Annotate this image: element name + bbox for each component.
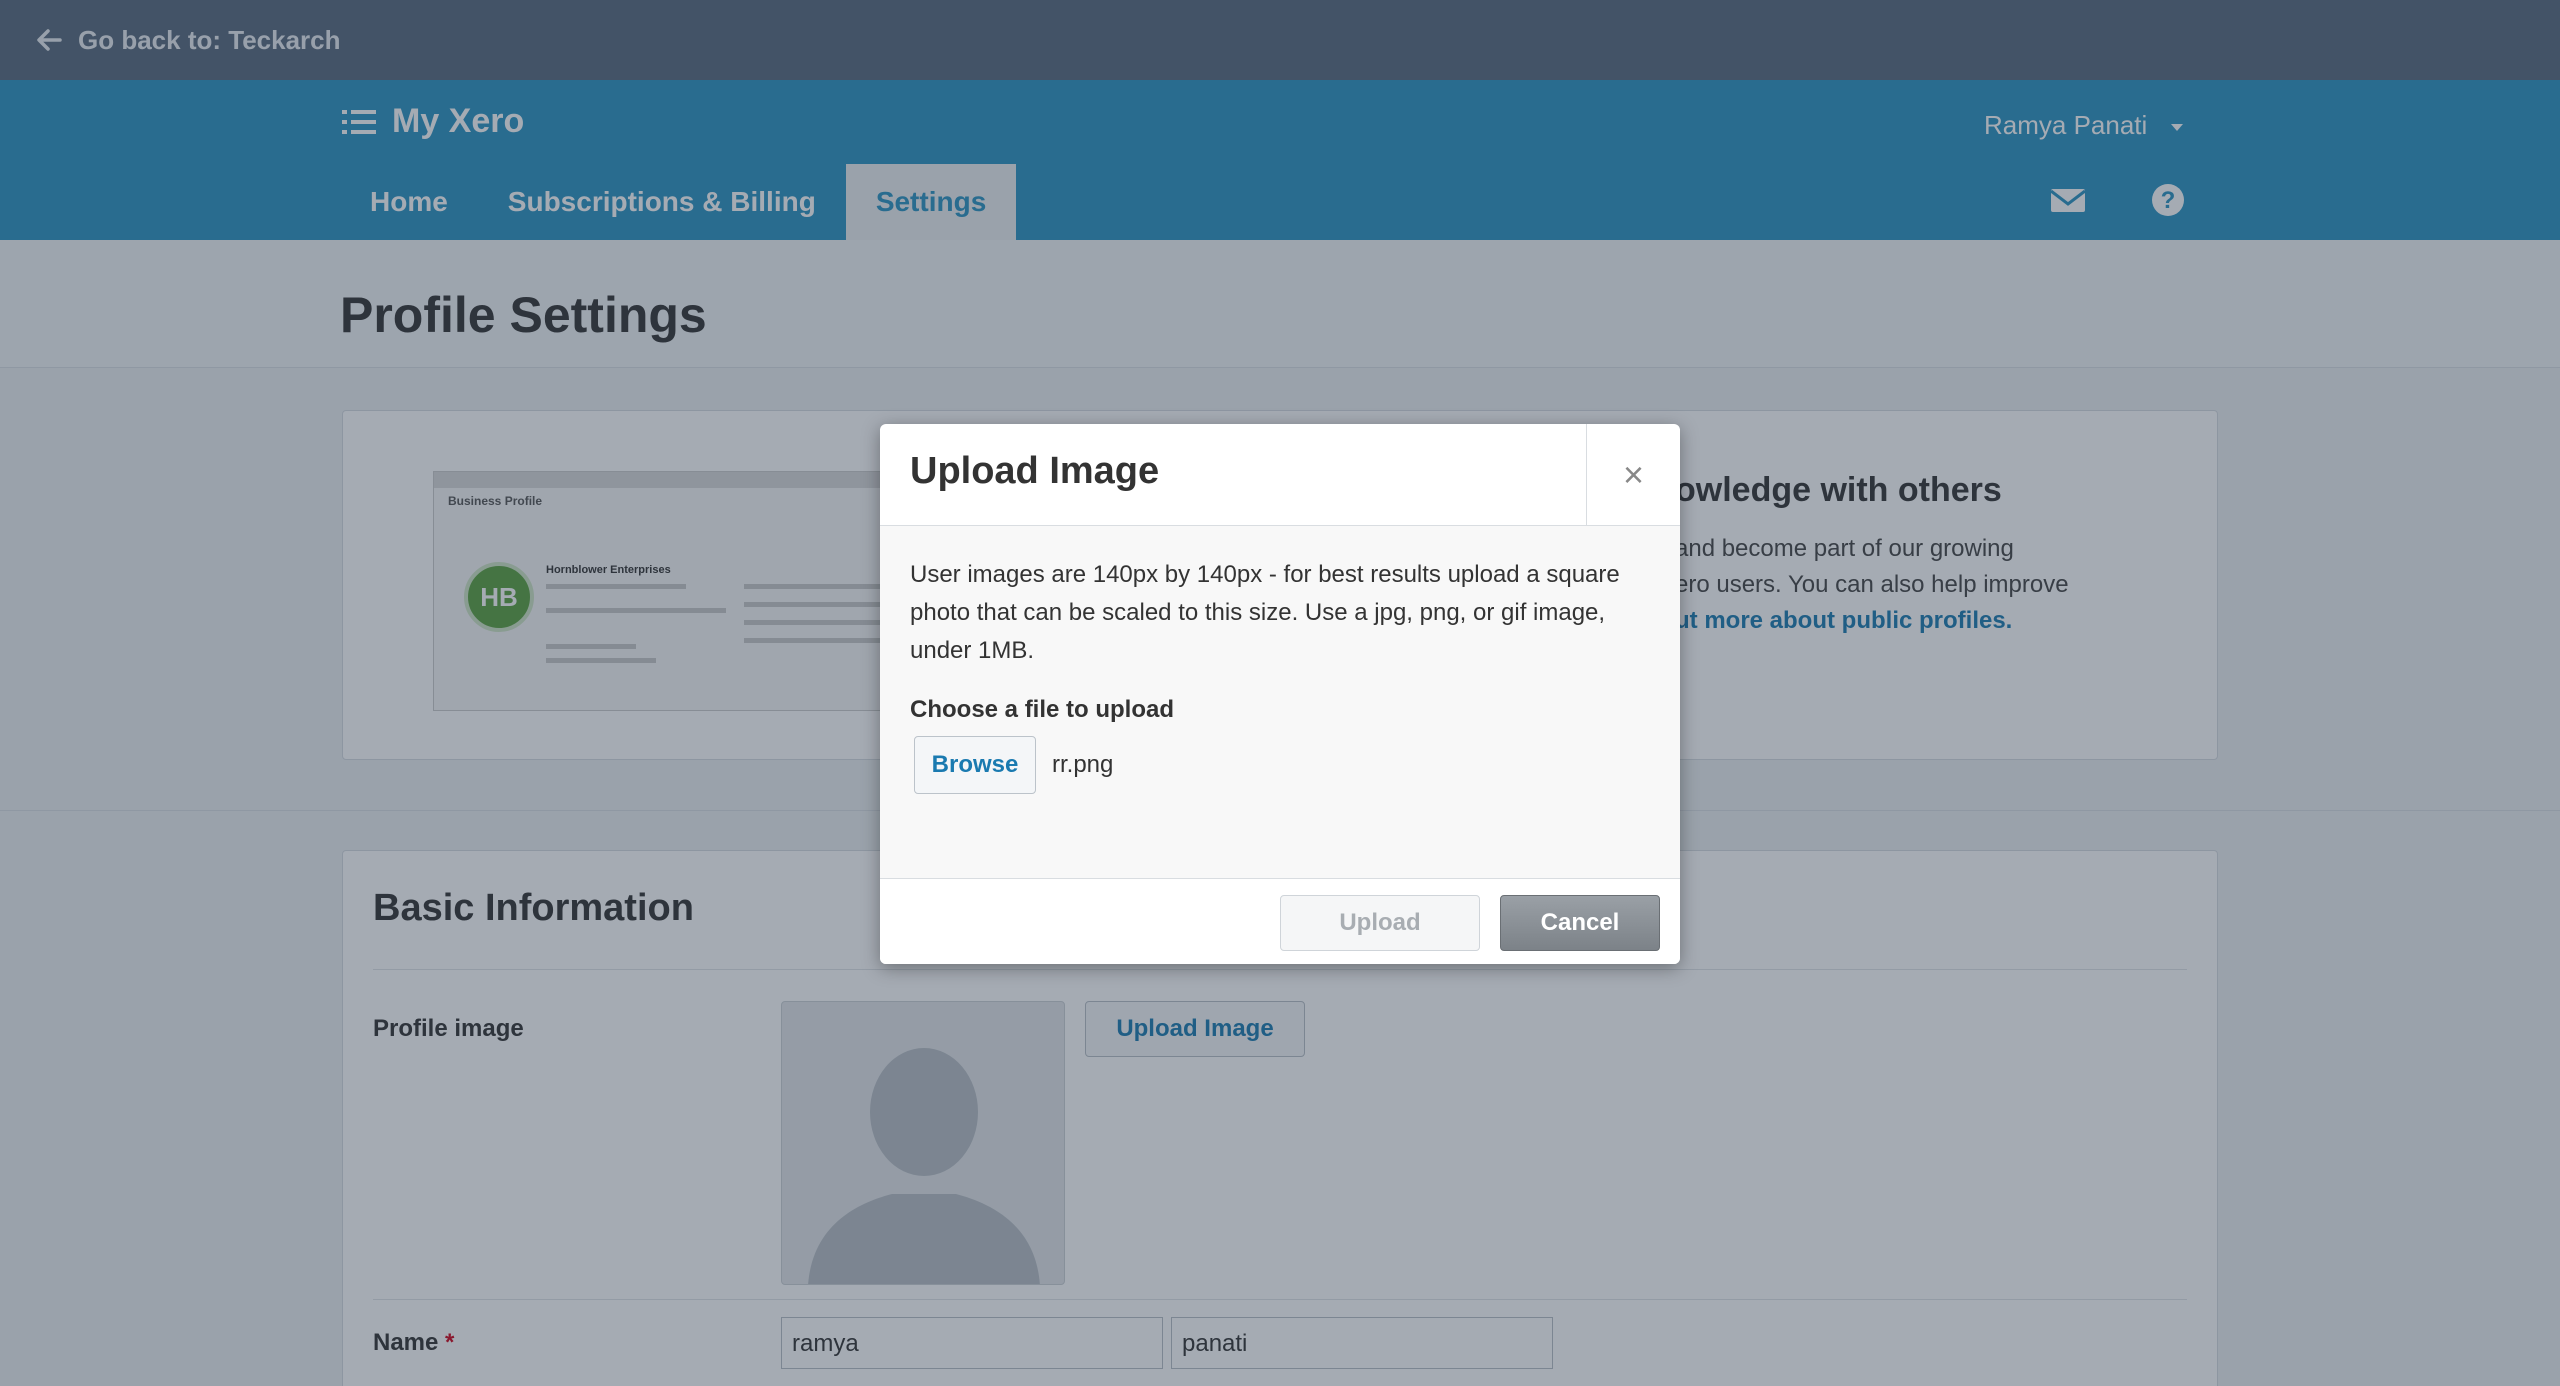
dialog-header: Upload Image × bbox=[880, 424, 1680, 526]
browse-button[interactable]: Browse bbox=[914, 736, 1036, 794]
dialog-footer: Upload Cancel bbox=[880, 878, 1680, 964]
dialog-title: Upload Image bbox=[910, 450, 1160, 492]
selected-filename: rr.png bbox=[1052, 751, 1114, 778]
choose-file-label: Choose a file to upload bbox=[910, 696, 1175, 723]
dialog-body: User images are 140px by 140px - for bes… bbox=[880, 526, 1680, 878]
cancel-button[interactable]: Cancel bbox=[1500, 895, 1660, 951]
close-icon[interactable]: × bbox=[1586, 424, 1680, 526]
upload-button[interactable]: Upload bbox=[1280, 895, 1480, 951]
upload-instructions: User images are 140px by 140px - for bes… bbox=[910, 561, 1620, 664]
upload-image-dialog: Upload Image × User images are 140px by … bbox=[880, 424, 1680, 964]
